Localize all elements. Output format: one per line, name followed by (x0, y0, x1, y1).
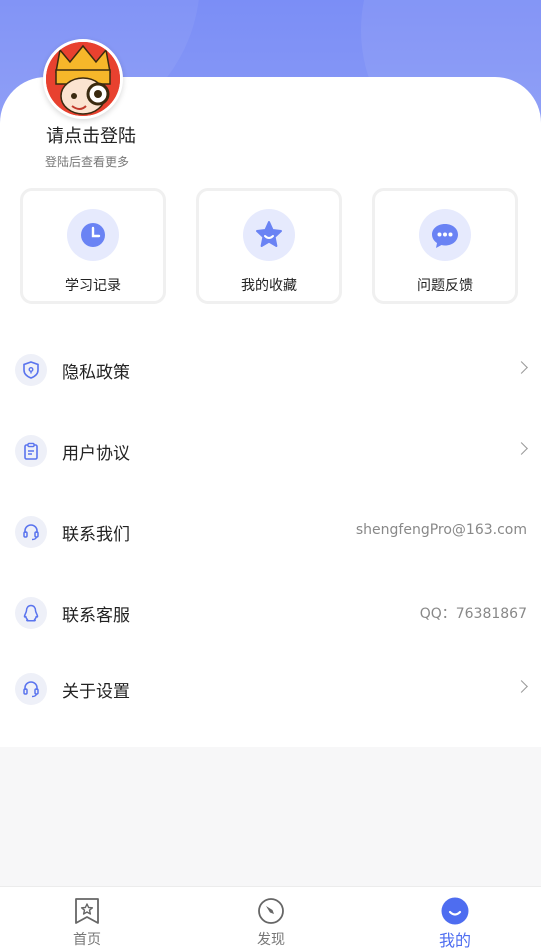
compass-icon (257, 897, 285, 925)
feedback-button[interactable]: 问题反馈 (372, 188, 518, 304)
menu-item-about-settings[interactable]: 关于设置 (0, 661, 541, 717)
tab-mine[interactable]: 我的 (405, 887, 505, 951)
menu-label: 联系客服 (62, 606, 130, 626)
menu-item-contact-us[interactable]: 联系我们 shengfengPro@163.com (0, 504, 541, 560)
my-favorites-label: 我的收藏 (241, 278, 297, 294)
customer-service-qq[interactable]: QQ：76381867 (420, 603, 527, 623)
avatar[interactable] (43, 39, 123, 119)
my-favorites-button[interactable]: 我的收藏 (196, 188, 342, 304)
shield-icon (15, 354, 47, 386)
tab-label: 首页 (73, 932, 101, 948)
chevron-right-icon (515, 442, 528, 455)
menu-label: 关于设置 (62, 682, 130, 702)
clock-icon (67, 209, 119, 261)
chat-icon (419, 209, 471, 261)
star-icon (243, 209, 295, 261)
chevron-right-icon (515, 361, 528, 374)
avatar-cartoon-icon (46, 42, 120, 116)
tab-discover[interactable]: 发现 (221, 887, 321, 951)
bookmark-star-icon (73, 897, 101, 925)
menu-label: 隐私政策 (62, 363, 130, 383)
feedback-label: 问题反馈 (417, 278, 473, 294)
login-prompt[interactable]: 请点击登陆 (46, 122, 136, 148)
content-card (0, 77, 541, 747)
headset-icon (15, 673, 47, 705)
menu-label: 用户协议 (62, 444, 130, 464)
chevron-right-icon (515, 680, 528, 693)
smile-icon (441, 897, 469, 925)
menu-item-user-agreement[interactable]: 用户协议 (0, 423, 541, 479)
contact-email[interactable]: shengfengPro@163.com (356, 522, 527, 538)
menu-item-customer-service[interactable]: 联系客服 QQ：76381867 (0, 585, 541, 641)
study-record-label: 学习记录 (65, 278, 121, 294)
study-record-button[interactable]: 学习记录 (20, 188, 166, 304)
tab-label: 我的 (438, 931, 471, 950)
clipboard-icon (15, 435, 47, 467)
menu-item-privacy-policy[interactable]: 隐私政策 (0, 342, 541, 398)
tab-home[interactable]: 首页 (37, 887, 137, 951)
menu-label: 联系我们 (62, 525, 130, 545)
bottom-tab-bar: 首页 发现 我的 (0, 886, 541, 951)
qq-penguin-icon (15, 597, 47, 629)
login-subtitle: 登陆后查看更多 (45, 155, 130, 169)
tab-label: 发现 (257, 932, 285, 948)
headset-icon (15, 516, 47, 548)
